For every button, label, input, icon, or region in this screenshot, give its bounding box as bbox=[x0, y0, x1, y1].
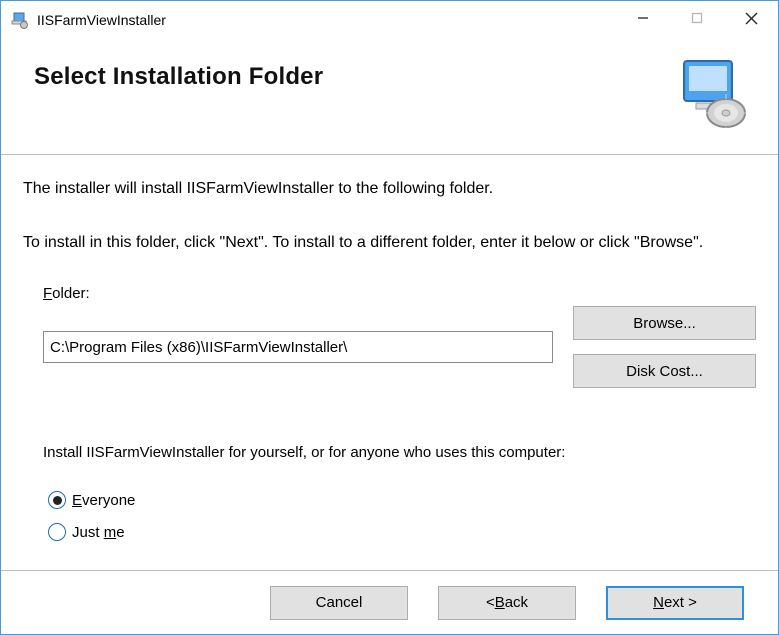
browse-button[interactable]: Browse... bbox=[573, 306, 756, 340]
intro-text-2: To install in this folder, click "Next".… bbox=[23, 231, 756, 255]
install-for-label: Install IISFarmViewInstaller for yoursel… bbox=[43, 444, 756, 461]
close-button[interactable] bbox=[724, 1, 778, 35]
cancel-button[interactable]: Cancel bbox=[270, 586, 408, 620]
window-title: IISFarmViewInstaller bbox=[37, 12, 616, 28]
folder-row: Browse... Disk Cost... bbox=[43, 306, 756, 388]
computer-disc-icon bbox=[678, 57, 748, 132]
wizard-header: Select Installation Folder bbox=[1, 39, 778, 155]
window-controls bbox=[616, 1, 778, 39]
next-button[interactable]: Next > bbox=[606, 586, 744, 620]
installer-window: IISFarmViewInstaller Select Installation… bbox=[0, 0, 779, 635]
back-button[interactable]: < Back bbox=[438, 586, 576, 620]
radio-everyone[interactable]: Everyone bbox=[48, 491, 756, 509]
folder-label: Folder: bbox=[43, 285, 756, 302]
wizard-body: The installer will install IISFarmViewIn… bbox=[1, 155, 778, 570]
minimize-button[interactable] bbox=[616, 1, 670, 35]
radio-checked-icon bbox=[48, 491, 66, 509]
app-installer-icon bbox=[11, 11, 29, 29]
radio-unchecked-icon bbox=[48, 523, 66, 541]
page-title: Select Installation Folder bbox=[34, 63, 323, 91]
titlebar: IISFarmViewInstaller bbox=[1, 1, 778, 39]
intro-text-1: The installer will install IISFarmViewIn… bbox=[23, 177, 756, 201]
maximize-button bbox=[670, 1, 724, 35]
folder-path-input[interactable] bbox=[43, 331, 553, 363]
wizard-footer: Cancel < Back Next > bbox=[1, 570, 778, 634]
install-scope-radios: Everyone Just me bbox=[48, 491, 756, 541]
radio-just-me[interactable]: Just me bbox=[48, 523, 756, 541]
disk-cost-button[interactable]: Disk Cost... bbox=[573, 354, 756, 388]
